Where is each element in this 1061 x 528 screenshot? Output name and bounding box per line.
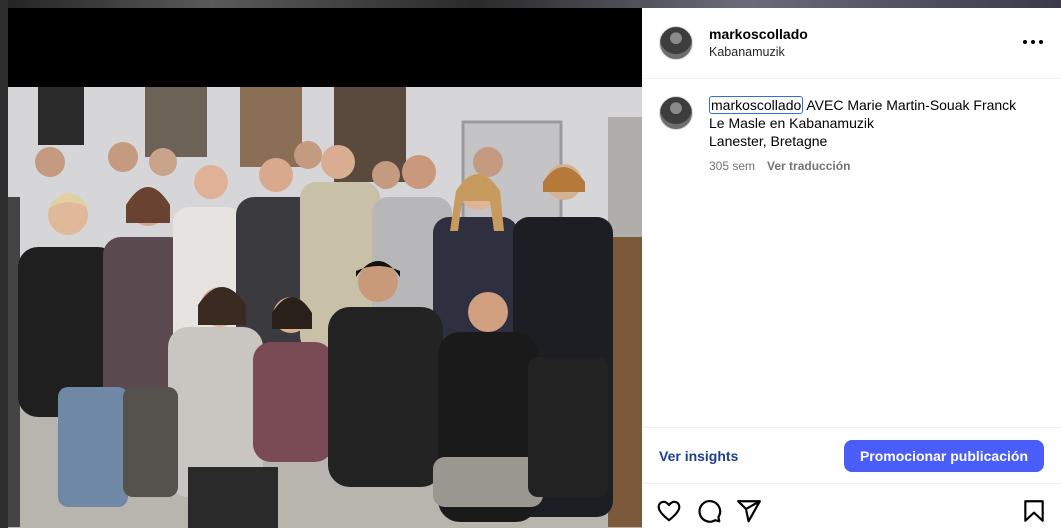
insights-link[interactable]: Ver insights: [659, 448, 738, 464]
translate-button[interactable]: Ver traducción: [767, 157, 850, 175]
comment-icon[interactable]: [696, 498, 722, 524]
header-username[interactable]: markoscollado: [709, 25, 808, 43]
background-overlay-left: [0, 0, 8, 528]
caption-avatar[interactable]: [659, 96, 693, 130]
more-icon[interactable]: [1023, 32, 1043, 52]
post-header: markoscollado Kabanamuzik: [642, 8, 1061, 79]
caption: markoscollado AVEC Marie Martin-Souak Fr…: [642, 79, 1061, 175]
share-icon[interactable]: [736, 498, 762, 524]
heart-icon[interactable]: [656, 498, 682, 524]
promote-button[interactable]: Promocionar publicación: [843, 439, 1044, 472]
actions-bar: Ver insights Promocionar publicación: [642, 427, 1061, 484]
caption-text-line1: AVEC Marie Martin-Souak Franck: [803, 97, 1017, 113]
header-location[interactable]: Kabanamuzik: [709, 43, 808, 61]
bookmark-icon[interactable]: [1021, 498, 1047, 524]
post-media[interactable]: [8, 8, 642, 528]
engagement-icons: [642, 494, 1061, 528]
avatar[interactable]: [659, 26, 693, 60]
background-overlay: [0, 0, 1061, 8]
group-photo: [8, 87, 642, 528]
caption-text-line2: Le Masle en Kabanamuzik: [709, 115, 874, 131]
header-text: markoscollado Kabanamuzik: [709, 25, 808, 61]
post-side-panel: markoscollado Kabanamuzik markoscollado …: [642, 8, 1061, 528]
caption-text-line3: Lanester, Bretagne: [709, 133, 828, 149]
caption-meta: 305 sem Ver traducción: [709, 157, 1039, 175]
caption-age[interactable]: 305 sem: [709, 157, 755, 175]
caption-body: markoscollado AVEC Marie Martin-Souak Fr…: [709, 96, 1039, 175]
caption-username[interactable]: markoscollado: [709, 96, 804, 114]
post-modal: markoscollado Kabanamuzik markoscollado …: [8, 8, 1061, 528]
